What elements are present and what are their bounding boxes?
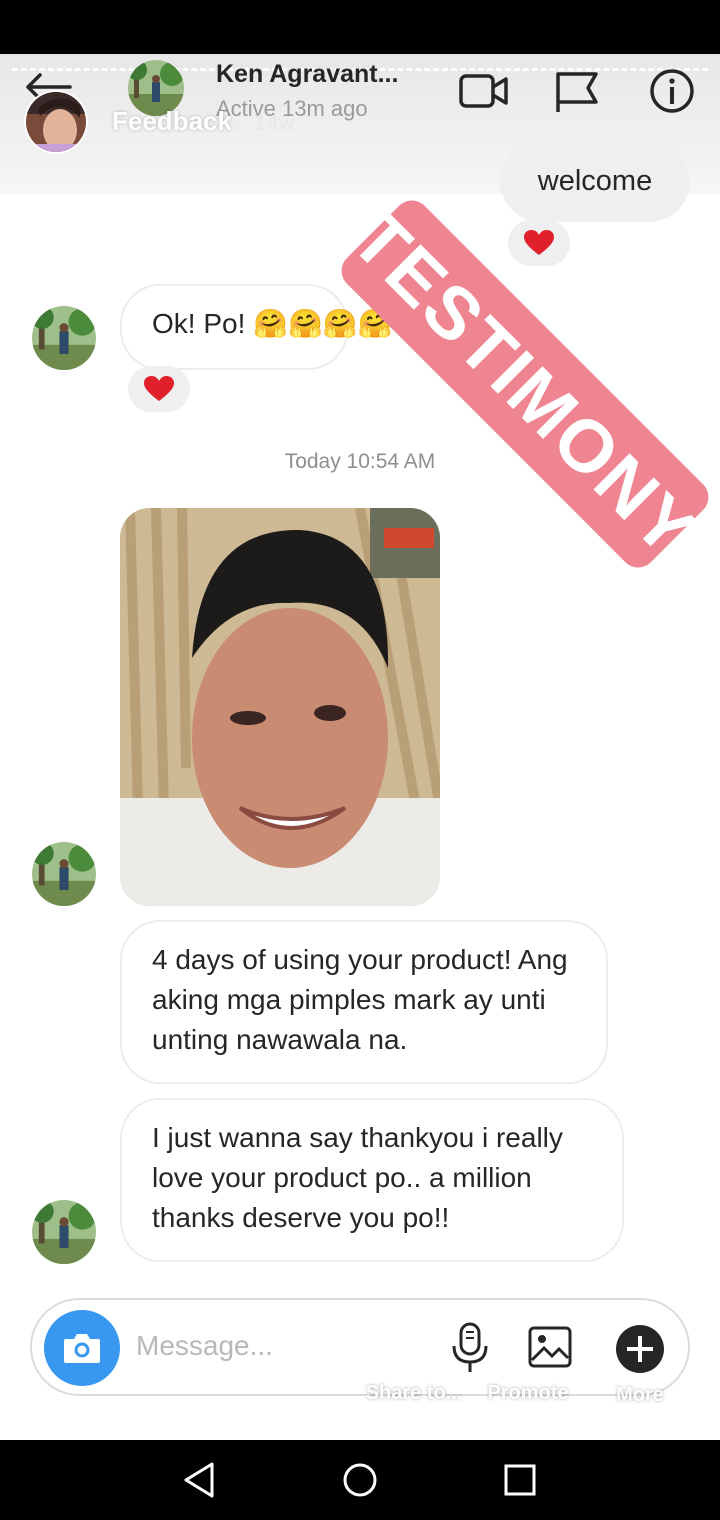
incoming-message-bubble: Ok! Po! 🤗🤗🤗🤗 — [120, 284, 393, 370]
reaction-chip[interactable] — [508, 220, 570, 266]
chat-header: Ken Agravant... Active 13m ago — [0, 54, 720, 144]
plus-circle-icon — [616, 1325, 664, 1373]
story-screen: Ken Agravant... Active 13m ago Feedback … — [0, 54, 720, 1440]
home-circle-icon[interactable] — [340, 1460, 380, 1500]
gallery-icon[interactable] — [528, 1326, 572, 1368]
camera-button[interactable] — [44, 1310, 120, 1386]
incoming-message-bubble: 4 days of using your product! Ang aking … — [120, 920, 608, 1084]
camera-icon — [64, 1334, 100, 1363]
contact-avatar-small — [32, 306, 96, 370]
reaction-chip[interactable] — [128, 366, 190, 412]
promote-label: Promote — [487, 1382, 569, 1404]
contact-avatar-image — [32, 306, 96, 370]
shared-photo[interactable] — [120, 508, 440, 906]
recents-square-icon[interactable] — [500, 1460, 540, 1500]
heart-icon — [524, 230, 554, 255]
flag-icon[interactable] — [552, 68, 604, 114]
message-input[interactable]: Message... — [136, 1330, 273, 1362]
system-navigation-bar — [0, 1440, 720, 1520]
contact-avatar-small — [32, 842, 96, 906]
info-icon[interactable] — [646, 68, 698, 114]
outgoing-message-bubble: welcome — [500, 140, 690, 222]
share-to-label: Share to... — [365, 1382, 463, 1404]
contact-avatar-image — [32, 842, 96, 906]
incoming-message-bubble: I just wanna say thankyou i really love … — [120, 1098, 624, 1262]
heart-icon — [144, 376, 174, 401]
more-button[interactable]: More — [580, 1324, 700, 1407]
contact-name[interactable]: Ken Agravant... — [216, 60, 398, 89]
video-call-icon[interactable] — [458, 68, 510, 114]
story-owner-avatar[interactable] — [24, 90, 88, 154]
contact-avatar-image — [32, 1200, 96, 1264]
story-age: 14w — [254, 110, 295, 135]
more-label: More — [616, 1384, 664, 1406]
contact-avatar-small — [32, 1200, 96, 1264]
share-icon — [394, 1308, 434, 1352]
back-triangle-icon[interactable] — [180, 1460, 220, 1500]
selfie-photo-image — [120, 508, 440, 906]
story-title: Feedback — [112, 106, 232, 136]
